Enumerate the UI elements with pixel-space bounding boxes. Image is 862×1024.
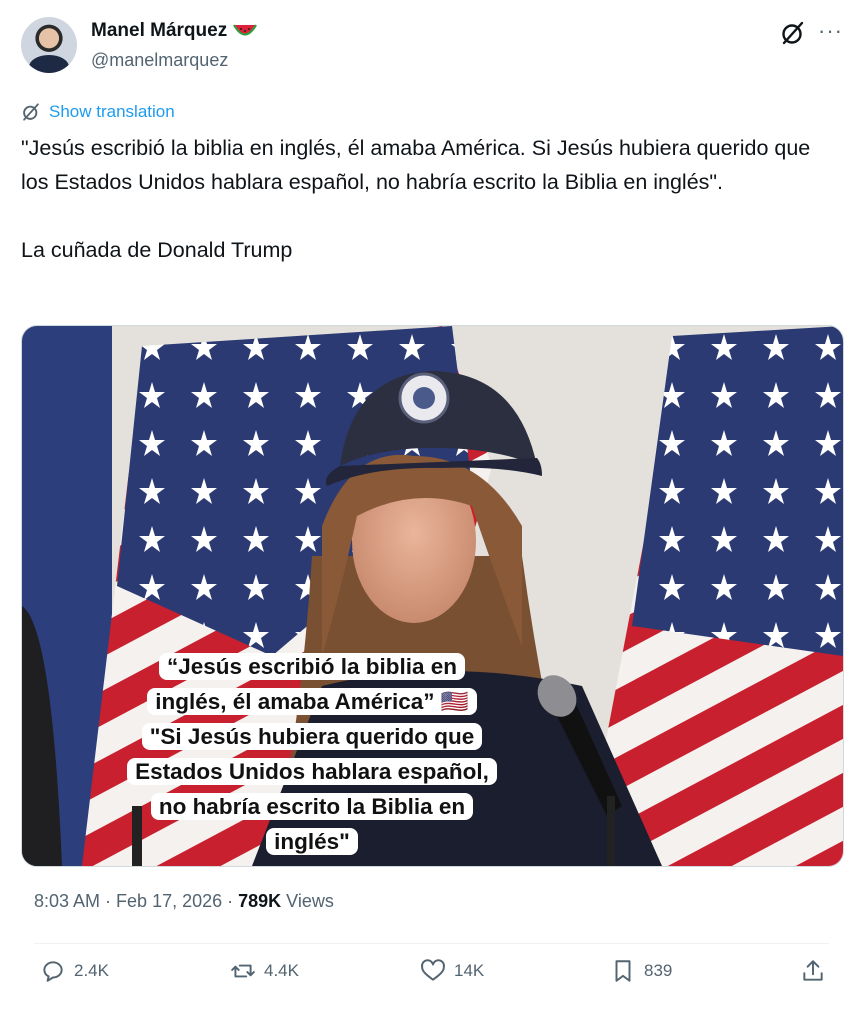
repost-button[interactable]: 4.4K bbox=[230, 958, 299, 984]
reply-count: 2.4K bbox=[74, 961, 109, 980]
tweet-paragraph-1: "Jesús escribió la biblia en inglés, él … bbox=[21, 136, 811, 194]
views-count[interactable]: 789K bbox=[238, 891, 281, 911]
show-translation-label[interactable]: Show translation bbox=[49, 102, 175, 122]
show-translation-link[interactable]: Show translation bbox=[21, 102, 175, 122]
divider bbox=[34, 943, 829, 944]
author-name-text[interactable]: Manel Márquez bbox=[91, 20, 227, 41]
author-avatar[interactable] bbox=[21, 17, 77, 73]
tweet-meta: 8:03 AM · Feb 17, 2026 · 789K Views bbox=[34, 891, 334, 912]
bookmark-button[interactable]: 839 bbox=[610, 958, 672, 984]
share-button[interactable] bbox=[800, 958, 826, 984]
repost-icon bbox=[231, 964, 255, 978]
like-count: 14K bbox=[454, 961, 485, 980]
repost-count: 4.4K bbox=[264, 961, 299, 980]
tweet-time[interactable]: 8:03 AM bbox=[34, 891, 100, 911]
tweet-text: "Jesús escribió la biblia en inglés, él … bbox=[21, 131, 821, 267]
tweet-date[interactable]: Feb 17, 2026 bbox=[116, 891, 222, 911]
meta-separator: · bbox=[222, 891, 239, 911]
meta-separator: · bbox=[100, 891, 117, 911]
grok-translate-icon bbox=[23, 103, 39, 121]
reply-button[interactable]: 2.4K bbox=[40, 958, 109, 984]
grok-icon[interactable] bbox=[780, 20, 806, 46]
caption-line-5: no habría escrito la Biblia en bbox=[150, 793, 474, 820]
action-bar: 2.4K 4.4K 14K 839 bbox=[0, 958, 862, 998]
caption-line-2: inglés, él amaba América” 🇺🇸 bbox=[147, 688, 477, 715]
heart-icon bbox=[421, 959, 445, 981]
more-options-icon[interactable]: ··· bbox=[818, 18, 843, 44]
tweet-media-image[interactable]: “Jesús escribió la biblia en inglés, él … bbox=[21, 325, 844, 867]
media-caption: “Jesús escribió la biblia en inglés, él … bbox=[77, 649, 547, 859]
bookmark-count: 839 bbox=[644, 961, 673, 980]
share-icon bbox=[803, 960, 823, 981]
author-name[interactable]: Manel Márquez bbox=[91, 20, 258, 42]
caption-line-1: “Jesús escribió la biblia en bbox=[158, 653, 466, 680]
views-label: Views bbox=[281, 891, 334, 911]
caption-line-4: Estados Unidos hablara español, bbox=[127, 758, 497, 785]
bookmark-icon bbox=[615, 960, 631, 982]
tweet-paragraph-2: La cuñada de Donald Trump bbox=[21, 238, 293, 262]
like-button[interactable]: 14K bbox=[420, 958, 484, 984]
reply-icon bbox=[43, 961, 63, 982]
watermelon-icon bbox=[233, 24, 258, 36]
caption-line-6: inglés" bbox=[266, 828, 358, 855]
caption-line-3: "Si Jesús hubiera querido que bbox=[141, 723, 483, 750]
author-handle[interactable]: @manelmarquez bbox=[91, 50, 228, 71]
